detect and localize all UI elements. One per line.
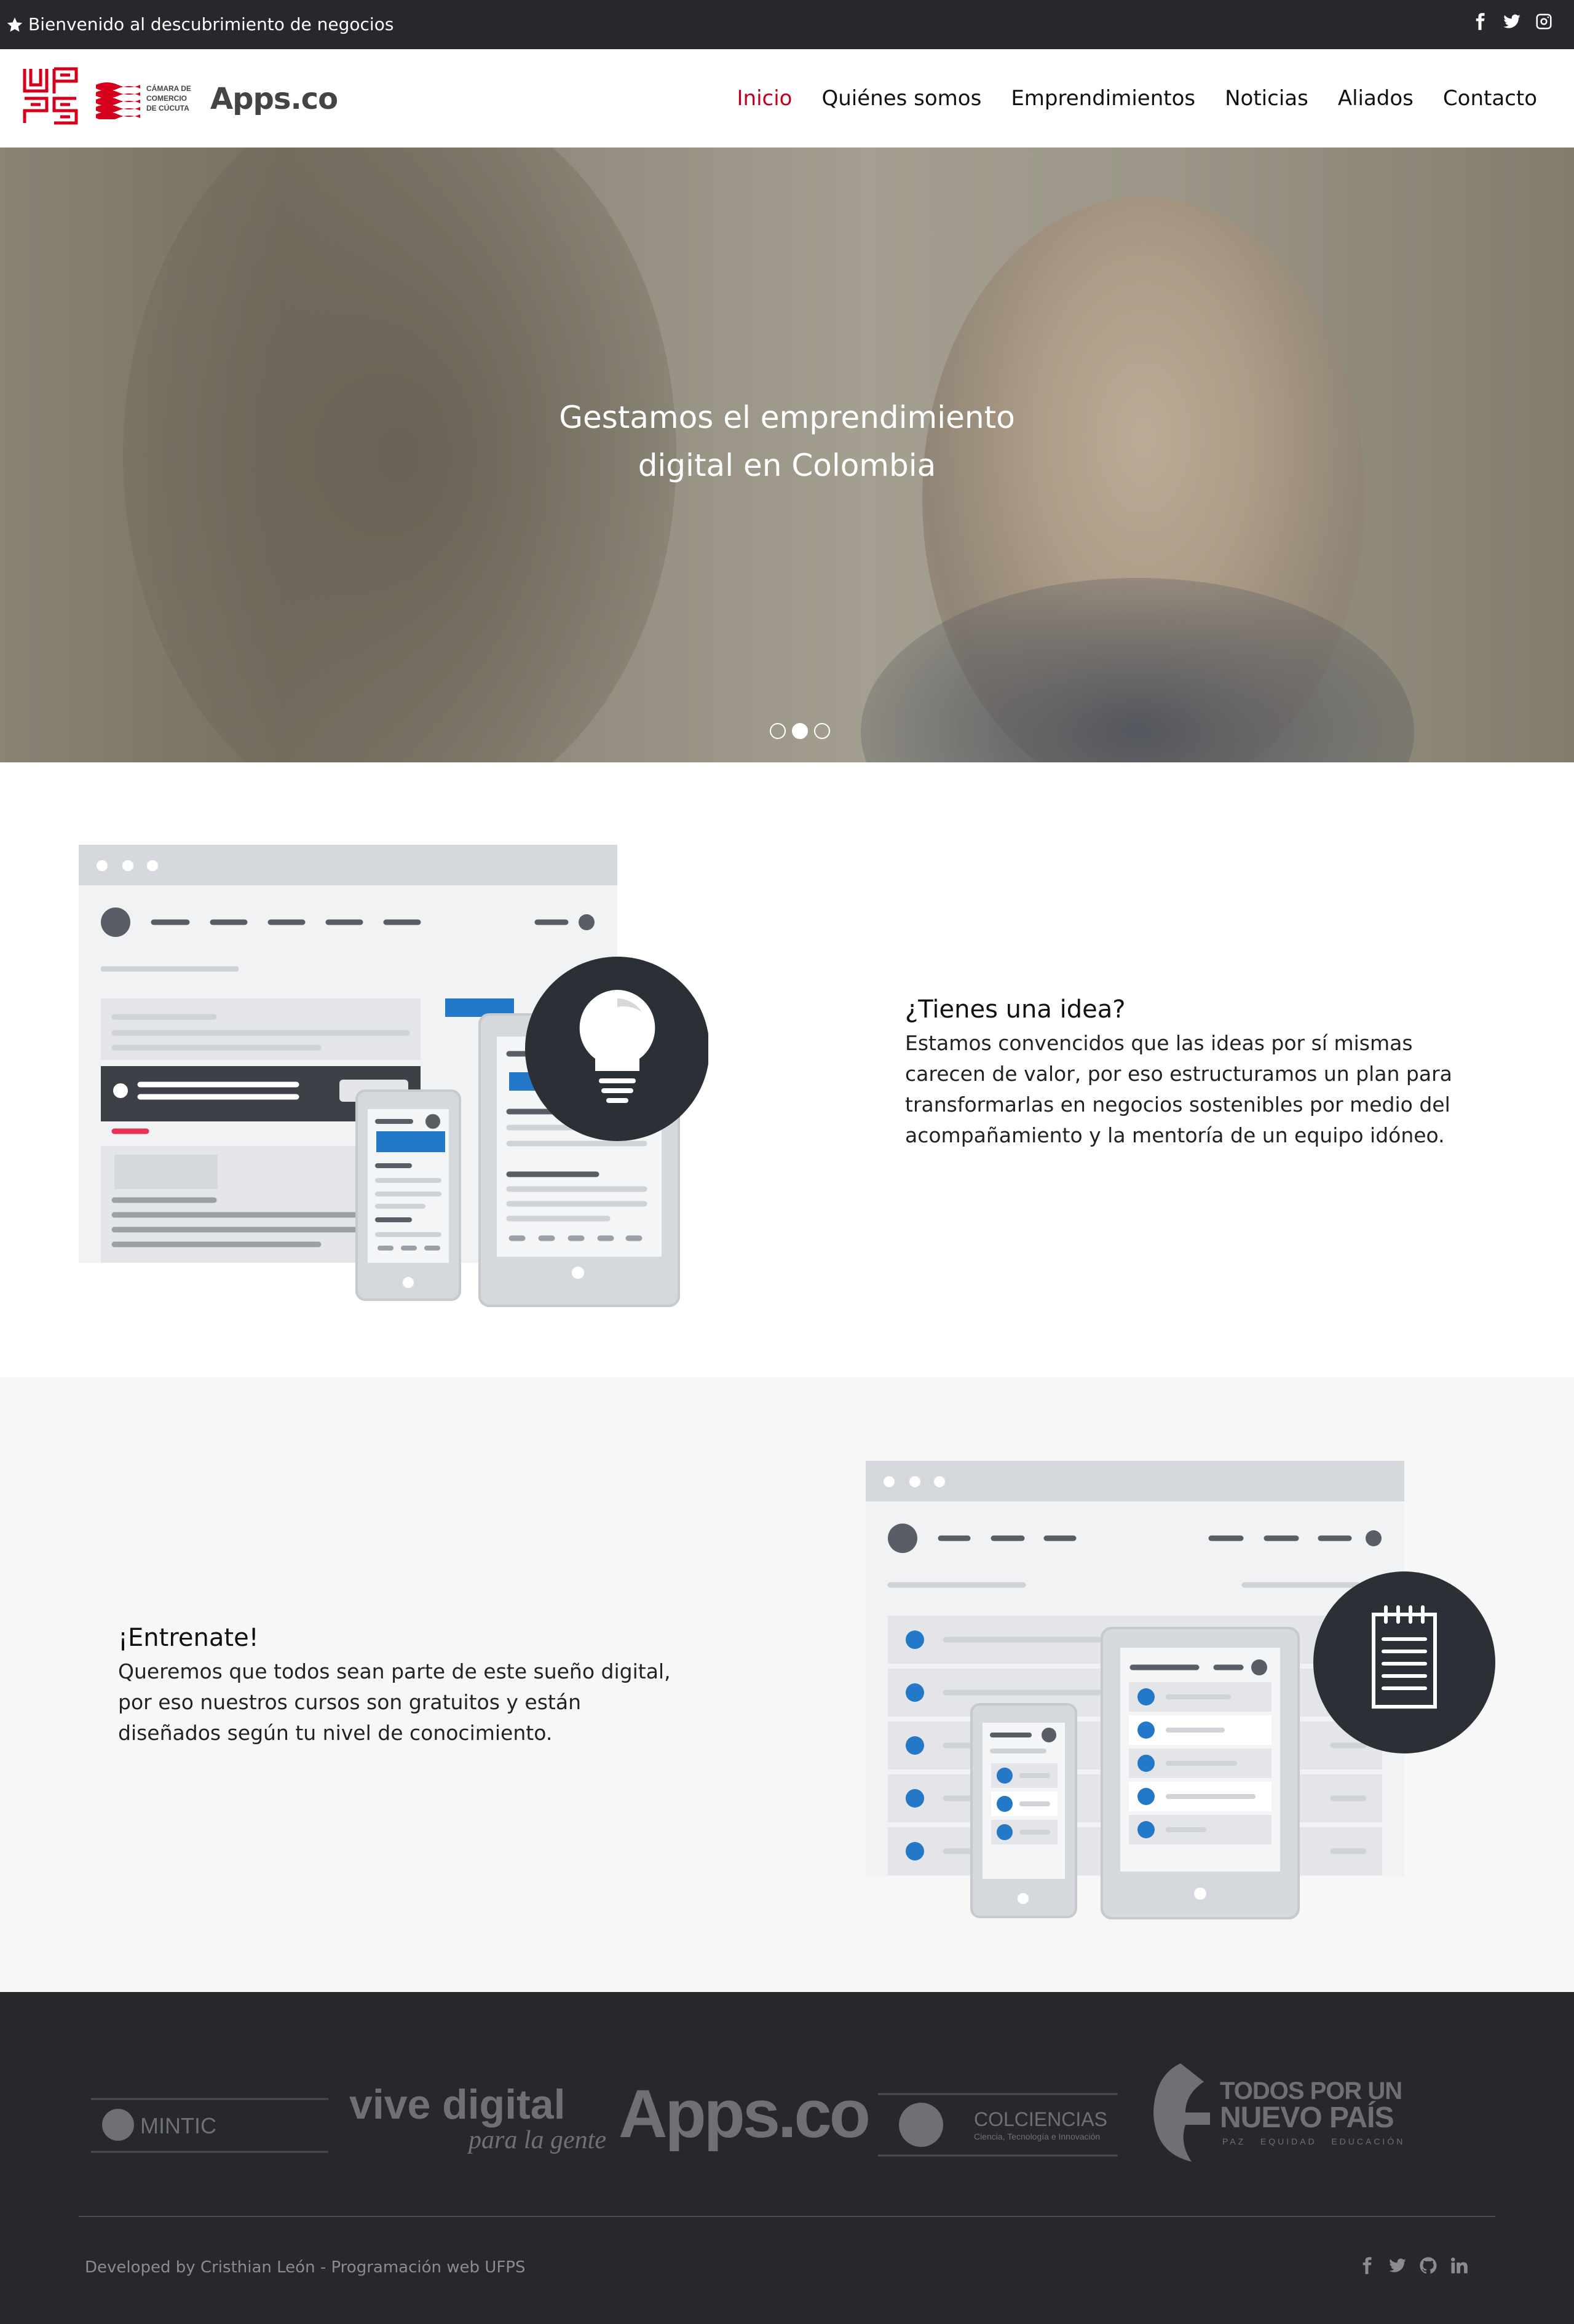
- footer-credits: Developed by Cristhian León - Programaci…: [85, 2258, 526, 2277]
- welcome-text: Bienvenido al descubrimiento de negocios: [28, 14, 394, 34]
- nav-contacto[interactable]: Contacto: [1443, 85, 1537, 112]
- idea-illustration: [79, 845, 708, 1307]
- colciencias-logo[interactable]: COLCIENCIAS Ciencia, Tecnología e Innova…: [878, 2093, 1118, 2157]
- mintic-logo[interactable]: MINTIC: [91, 2098, 328, 2153]
- vive-digital-sub: para la gente: [467, 2126, 606, 2154]
- nav-emprendimientos[interactable]: Emprendimientos: [1011, 85, 1195, 112]
- hero-title-line-1: Gestamos el emprendimiento: [559, 400, 1015, 435]
- instagram-icon[interactable]: [1535, 12, 1553, 31]
- carousel-dot-2[interactable]: [792, 723, 808, 739]
- carousel-indicators: [770, 723, 830, 739]
- top-bar: Bienvenido al descubrimiento de negocios: [0, 0, 1574, 49]
- training-description: Queremos que todos sean parte de este su…: [118, 1659, 671, 1745]
- training-text-block: ¡Entrenate! Queremos que todos sean part…: [118, 1622, 684, 1749]
- hero-title-line-2: digital en Colombia: [638, 448, 936, 483]
- training-section: ¡Entrenate! Queremos que todos sean part…: [0, 1377, 1574, 1992]
- apps-co-footer-logo[interactable]: Apps.co: [619, 2076, 871, 2152]
- top-social-links: [1471, 12, 1553, 31]
- idea-section: ¿Tienes una idea? Estamos convencidos qu…: [0, 762, 1574, 1377]
- partner-logos: MINTIC vive digital para la gente Apps.c…: [91, 2063, 1405, 2162]
- todos-line-2: NUEVO PAÍS: [1220, 2101, 1394, 2134]
- apps-co-logo[interactable]: Apps.co: [210, 77, 338, 121]
- main-nav: Inicio Quiénes somos Emprendimientos Not…: [737, 85, 1537, 112]
- twitter-icon[interactable]: [1388, 2256, 1407, 2275]
- hero-carousel[interactable]: Gestamos el emprendimiento digital en Co…: [0, 148, 1574, 762]
- idea-title: ¿Tienes una idea?: [905, 995, 1126, 1024]
- camara-line-2: COMERCIO: [146, 94, 187, 103]
- mintic-text: MINTIC: [140, 2113, 216, 2138]
- vive-digital-text: vive digital: [349, 2081, 565, 2128]
- nav-aliados[interactable]: Aliados: [1338, 85, 1414, 112]
- idea-description: Estamos convencidos que las ideas por sí…: [905, 1031, 1452, 1147]
- facebook-icon[interactable]: [1471, 12, 1489, 31]
- training-title: ¡Entrenate!: [118, 1624, 259, 1652]
- training-illustration: [866, 1461, 1495, 1919]
- footer-social-links: [1358, 2256, 1468, 2275]
- vive-digital-logo[interactable]: vive digital para la gente: [349, 2081, 606, 2154]
- idea-text-block: ¿Tienes una idea? Estamos convencidos qu…: [905, 994, 1471, 1151]
- camara-comercio-logo[interactable]: CÁMARA DE COMERCIO DE CÚCUTA: [96, 79, 207, 119]
- colciencias-sub: Ciencia, Tecnología e Innovación: [974, 2132, 1100, 2141]
- footer-divider: [79, 2216, 1495, 2217]
- todos-sub: PAZ EQUIDAD EDUCACIÓN: [1222, 2136, 1405, 2146]
- carousel-dot-3[interactable]: [814, 723, 830, 739]
- colciencias-text: COLCIENCIAS: [974, 2108, 1107, 2130]
- camara-line-1: CÁMARA DE: [146, 84, 191, 93]
- star-icon: [7, 17, 23, 32]
- welcome-message: Bienvenido al descubrimiento de negocios: [6, 12, 394, 37]
- linkedin-icon[interactable]: [1450, 2256, 1468, 2275]
- site-header: CÁMARA DE COMERCIO DE CÚCUTA Apps.co Ini…: [0, 49, 1574, 148]
- site-footer: MINTIC vive digital para la gente Apps.c…: [0, 1992, 1574, 2324]
- camara-line-3: DE CÚCUTA: [146, 103, 189, 113]
- ufps-logo[interactable]: [22, 66, 79, 125]
- carousel-dot-1[interactable]: [770, 723, 786, 739]
- nav-quienes-somos[interactable]: Quiénes somos: [821, 85, 981, 112]
- nav-noticias[interactable]: Noticias: [1225, 85, 1308, 112]
- todos-por-un-nuevo-pais-logo[interactable]: TODOS POR UN NUEVO PAÍS PAZ EQUIDAD EDUC…: [1153, 2063, 1405, 2162]
- github-icon[interactable]: [1419, 2256, 1438, 2275]
- nav-inicio[interactable]: Inicio: [737, 85, 793, 112]
- twitter-icon[interactable]: [1503, 12, 1521, 31]
- facebook-icon[interactable]: [1358, 2256, 1376, 2275]
- hero-title: Gestamos el emprendimiento digital en Co…: [480, 393, 1094, 489]
- todos-line-1: TODOS POR UN: [1220, 2077, 1402, 2105]
